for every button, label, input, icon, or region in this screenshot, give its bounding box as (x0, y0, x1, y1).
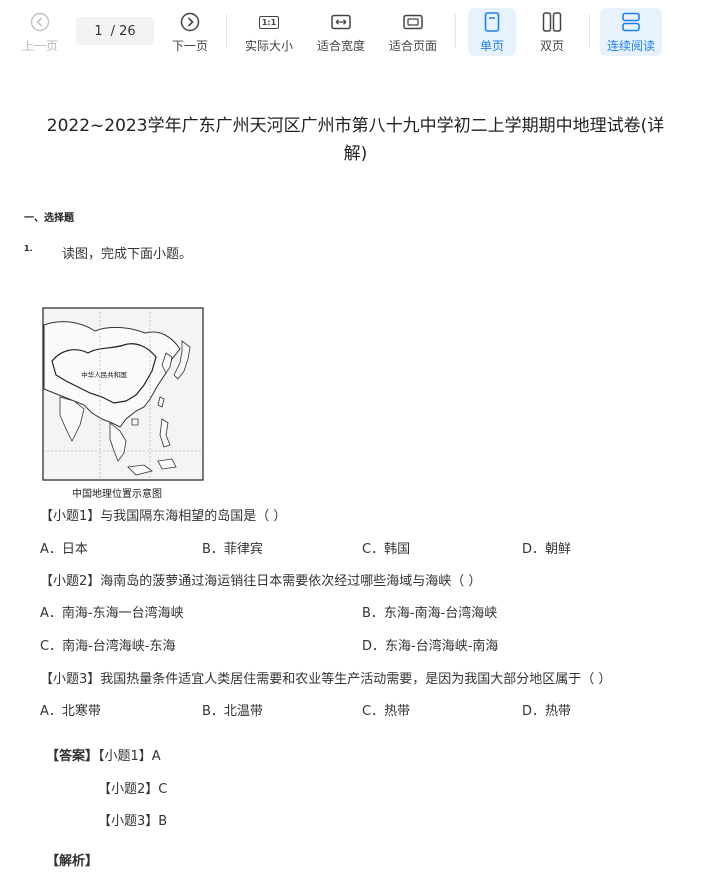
single-page-icon (484, 11, 500, 33)
current-page: 1 (94, 23, 103, 39)
china-location-map: 中华人民共和国 (40, 301, 208, 501)
analysis-label: 【解析】 (46, 854, 99, 869)
subquestion-3: 【小题3】我国热量条件适宜人类居住需要和农业等生产活动需要，是因为我国大部分地区… (40, 672, 612, 687)
document-title-line2: 解) (343, 144, 368, 164)
sub2-option-b: B．东海-南海-台湾海峡 (362, 606, 498, 621)
actual-size-label: 实际大小 (244, 39, 293, 53)
question-stem: 读图，完成下面小题。 (62, 247, 193, 262)
toolbar-divider (455, 14, 456, 48)
double-page-button[interactable]: 双页 (528, 8, 576, 56)
next-page-label: 下一页 (171, 39, 208, 53)
fit-width-label: 适合宽度 (316, 39, 365, 53)
page-number-input[interactable]: 1 / 26 (76, 17, 154, 45)
question-number: 1. (24, 244, 33, 253)
answer-block: 【答案】【小题1】A (46, 745, 161, 764)
sub1-option-c: C．韩国 (362, 542, 411, 557)
sub1-option-d: D．朝鲜 (522, 542, 572, 557)
double-page-label: 双页 (539, 39, 564, 53)
prev-page-button[interactable]: 上一页 (18, 8, 62, 56)
total-pages: / 26 (110, 23, 136, 39)
answer-line-1: 【小题1】A (98, 749, 161, 764)
next-page-button[interactable]: 下一页 (168, 8, 212, 56)
toolbar-divider (226, 14, 227, 48)
fit-page-icon (403, 11, 423, 33)
sub3-option-d: D．热带 (522, 704, 572, 719)
sub2-option-a: A．南海-东海一台湾海峡 (40, 606, 184, 621)
sub3-option-a: A．北寒带 (40, 704, 101, 719)
section-heading: 一、选择题 (24, 213, 74, 224)
toolbar-divider (589, 14, 590, 48)
actual-size-icon: 1:1 (258, 11, 280, 33)
single-page-button[interactable]: 单页 (468, 8, 516, 56)
sub1-option-b: B．菲律宾 (202, 542, 263, 557)
fit-width-button[interactable]: 适合宽度 (312, 8, 370, 56)
double-page-icon (542, 11, 562, 33)
answer-label: 【答案】 (46, 749, 99, 764)
chevron-left-circle-icon (30, 11, 50, 33)
document-title-line1: 2022~2023学年广东广州天河区广州市第八十九中学初二上学期期中地理试卷(详 (46, 116, 665, 136)
sub3-option-b: B．北温带 (202, 704, 263, 719)
fit-width-icon (331, 11, 351, 33)
answer-line-2: 【小题2】C (98, 782, 168, 797)
continuous-reading-icon (621, 11, 641, 33)
single-page-label: 单页 (479, 39, 504, 53)
sub2-option-d: D．东海-台湾海峡-南海 (362, 639, 499, 654)
answer-line-3: 【小题3】B (98, 814, 168, 829)
actual-size-button[interactable]: 1:1 实际大小 (240, 8, 298, 56)
sub1-option-a: A．日本 (40, 542, 88, 557)
subquestion-2: 【小题2】海南岛的菠萝通过海运销往日本需要依次经过哪些海域与海峡（ ） (40, 574, 482, 589)
continuous-reading-button[interactable]: 连续阅读 (600, 8, 662, 56)
sub3-option-c: C．热带 (362, 704, 411, 719)
document-title: 2022~2023学年广东广州天河区广州市第八十九中学初二上学期期中地理试卷(详… (20, 112, 691, 168)
fit-page-label: 适合页面 (388, 39, 437, 53)
subquestion-1: 【小题1】与我国隔东海相望的岛国是（ ） (40, 509, 287, 524)
continuous-reading-label: 连续阅读 (606, 39, 655, 53)
reader-toolbar: 上一页 1 / 26 下一页 1:1 实际大小 适合宽度 适合页面 单页 双页 … (0, 0, 711, 62)
chevron-right-circle-icon (180, 11, 200, 33)
sub2-option-c: C．南海-台湾海峡-东海 (40, 639, 176, 654)
map-caption: 中国地理位置示意图 (72, 489, 162, 500)
fit-page-button[interactable]: 适合页面 (384, 8, 442, 56)
map-country-label: 中华人民共和国 (81, 370, 127, 379)
prev-page-label: 上一页 (21, 39, 58, 53)
